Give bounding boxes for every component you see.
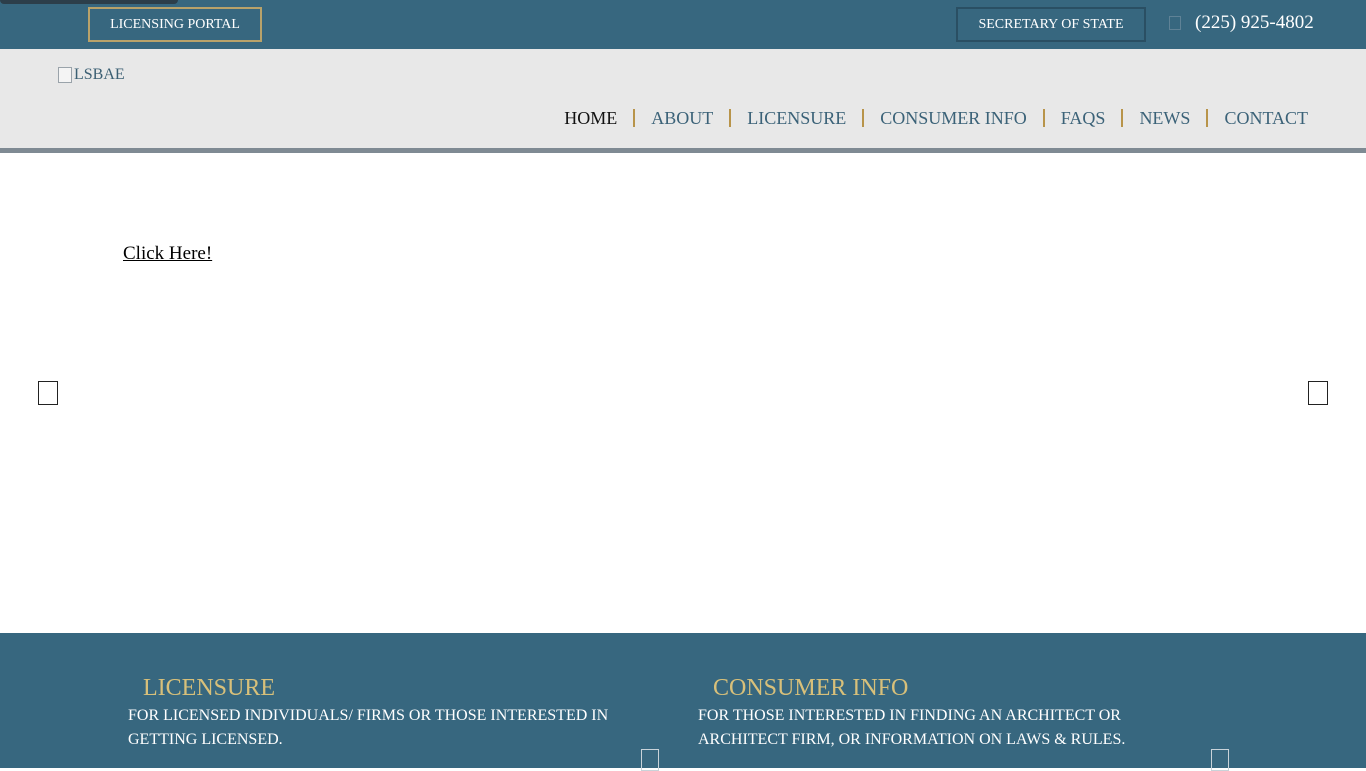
nav-item-contact[interactable]: CONTACT (1208, 107, 1308, 129)
nav-item-faqs[interactable]: FAQS (1045, 107, 1122, 129)
secretary-of-state-label: SECRETARY OF STATE (978, 16, 1124, 32)
licensure-card-title: LICENSURE (143, 675, 275, 701)
licensing-portal-label: LICENSING PORTAL (110, 16, 240, 32)
licensing-portal-button[interactable]: LICENSING PORTAL (88, 7, 262, 42)
click-here-link[interactable]: Click Here! (123, 243, 212, 265)
chevron-right-icon[interactable] (1308, 381, 1328, 405)
licensure-card-description: FOR LICENSED INDIVIDUALS/ FIRMS OR THOSE… (128, 707, 609, 748)
main-nav: HOME ABOUT LICENSURE CONSUMER INFO FAQS … (564, 107, 1308, 129)
site-header (0, 49, 1366, 148)
phone-number[interactable]: (225) 925-4802 (1195, 12, 1314, 34)
nav-item-home[interactable]: HOME (564, 107, 633, 129)
nav-item-news[interactable]: NEWS (1123, 107, 1206, 129)
header-divider (0, 148, 1366, 153)
nav-item-consumer-info[interactable]: CONSUMER INFO (864, 107, 1043, 129)
footer-cards: LICENSURE FOR LICENSED INDIVIDUALS/ FIRM… (0, 633, 1366, 771)
consumer-info-card-title: CONSUMER INFO (713, 675, 909, 701)
top-bar: LICENSING PORTAL SECRETARY OF STATE (225… (0, 0, 1366, 49)
phone-icon (1169, 16, 1181, 30)
nav-item-about[interactable]: ABOUT (635, 107, 729, 129)
consumer-info-card-description: FOR THOSE INTERESTED IN FINDING AN ARCHI… (698, 707, 1126, 748)
browser-tab-stub (0, 0, 178, 4)
secretary-of-state-button[interactable]: SECRETARY OF STATE (956, 7, 1146, 42)
broken-image-icon (58, 67, 72, 83)
nav-item-licensure[interactable]: LICENSURE (731, 107, 862, 129)
chevron-left-icon[interactable] (38, 381, 58, 405)
site-logo[interactable]: LSBAE (58, 66, 125, 84)
logo-alt-text: LSBAE (74, 66, 125, 83)
